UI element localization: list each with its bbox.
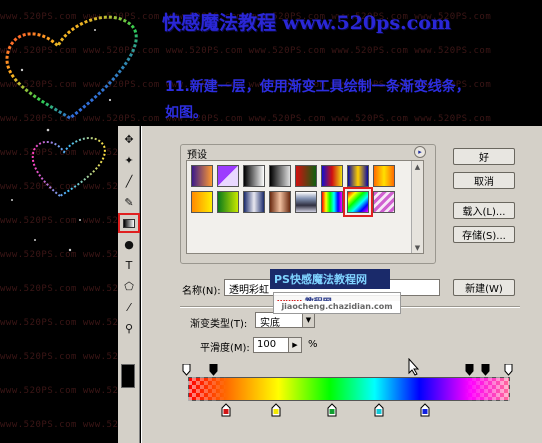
- gradient-tool-icon[interactable]: [118, 213, 140, 233]
- opacity-stop-right-2[interactable]: [465, 364, 474, 376]
- gradient-type-select[interactable]: 实底 ▼: [255, 312, 315, 329]
- save-button[interactable]: 存储(S)...: [453, 226, 515, 243]
- new-button[interactable]: 新建(W): [453, 279, 515, 296]
- smoothness-unit: %: [308, 339, 318, 350]
- scroll-up-icon[interactable]: ▲: [412, 161, 423, 172]
- ok-button[interactable]: 好: [453, 148, 515, 165]
- preset-swatch-blue-steel[interactable]: [243, 191, 265, 213]
- gradient-transparency-overlay: [188, 377, 510, 401]
- instruction-line-1: 11.新建一层，使用渐变工具绘制一条渐变线条，: [165, 79, 470, 95]
- watermark-url: jiaocheng.chazidian.com: [274, 301, 400, 313]
- preset-swatch-transparent-rainbow[interactable]: [343, 187, 373, 217]
- tutorial-instruction: 11.新建一层，使用渐变工具绘制一条渐变线条， 如图。: [165, 74, 535, 126]
- smoothness-slider-icon[interactable]: ▶: [288, 337, 302, 353]
- zoom-icon[interactable]: ⚲: [119, 319, 139, 337]
- cancel-button[interactable]: 取消: [453, 172, 515, 189]
- presets-list: ▲ ▼: [186, 160, 424, 254]
- magic-wand-icon[interactable]: ✦: [119, 151, 139, 169]
- presets-menu-icon[interactable]: ▸: [414, 146, 426, 158]
- watermark-site-box: www.教程网 jiaocheng.chazidian.com: [273, 292, 401, 314]
- smoothness-field[interactable]: 100: [253, 337, 289, 353]
- opacity-stop-left-2[interactable]: [209, 364, 218, 376]
- opacity-stop-right[interactable]: [504, 364, 513, 376]
- brush-icon[interactable]: ╱: [119, 172, 139, 190]
- dodge-tool-icon[interactable]: ●: [119, 235, 139, 253]
- chevron-down-icon: ▼: [302, 313, 314, 327]
- toolbox: ✥ ✦ ╱ ✎ ● T ⬠ ⁄ ⚲: [118, 126, 140, 443]
- color-stop[interactable]: [327, 403, 337, 417]
- gradient-type-label: 渐变类型(T):: [190, 319, 248, 330]
- watermark-badge-text: PS快感魔法教程网: [274, 273, 367, 286]
- preset-swatch-orange-yellow[interactable]: [373, 165, 395, 187]
- scroll-down-icon[interactable]: ▼: [412, 242, 423, 253]
- color-stop[interactable]: [374, 403, 384, 417]
- shape-tool-icon[interactable]: ⬠: [119, 277, 139, 295]
- presets-label: 预设: [185, 146, 209, 161]
- preset-swatch-violet-orange[interactable]: [191, 165, 213, 187]
- load-button[interactable]: 载入(L)...: [453, 202, 515, 219]
- preset-swatch-rainbow[interactable]: [321, 191, 343, 213]
- preset-swatch-black-white[interactable]: [243, 165, 265, 187]
- preset-swatch-green-yellow[interactable]: [217, 191, 239, 213]
- preset-swatch-orange-yellow-orange[interactable]: [191, 191, 213, 213]
- smoothness-label: 平滑度(M):: [200, 343, 250, 354]
- color-stop[interactable]: [271, 403, 281, 417]
- preset-swatch-blue-yellow-blue[interactable]: [347, 165, 369, 187]
- opacity-stop-left[interactable]: [182, 364, 191, 376]
- color-stop[interactable]: [221, 403, 231, 417]
- color-stop[interactable]: [420, 403, 430, 417]
- opacity-stop-right-3[interactable]: [481, 364, 490, 376]
- preset-swatch-red-green[interactable]: [295, 165, 317, 187]
- instruction-line-2: 如图。: [165, 105, 207, 121]
- history-brush-icon[interactable]: ✎: [119, 193, 139, 211]
- preset-swatch-violet-transparent[interactable]: [217, 165, 239, 187]
- preset-swatch-blue-red-yellow[interactable]: [321, 165, 343, 187]
- mouse-cursor-icon: [408, 358, 420, 376]
- preset-swatch-copper[interactable]: [269, 191, 291, 213]
- eyedropper-icon[interactable]: ⁄: [119, 298, 139, 316]
- watermark-badge: PS快感魔法教程网: [270, 269, 390, 289]
- foreground-color-swatch[interactable]: [121, 364, 135, 388]
- preset-swatch-chrome[interactable]: [295, 191, 317, 213]
- move-tool-icon[interactable]: ✥: [119, 130, 139, 148]
- preset-swatch-transparent-stripes[interactable]: [373, 191, 395, 213]
- name-label: 名称(N):: [182, 286, 221, 297]
- presets-scrollbar[interactable]: ▲ ▼: [411, 161, 423, 253]
- site-title: 快感魔法教程 www.520ps.com: [162, 12, 451, 34]
- gradient-type-value: 实底: [260, 318, 280, 329]
- type-tool-icon[interactable]: T: [119, 256, 139, 274]
- preset-swatch-white-black[interactable]: [269, 165, 291, 187]
